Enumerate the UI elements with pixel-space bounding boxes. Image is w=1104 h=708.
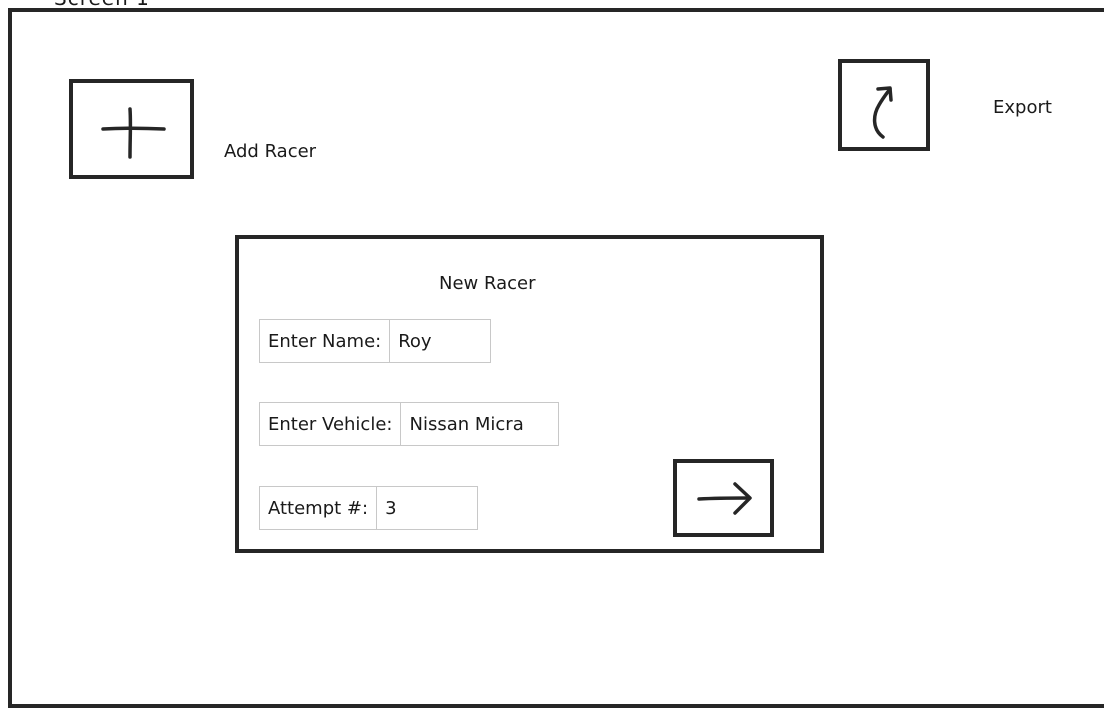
dialog-title: New Racer <box>439 273 536 294</box>
add-racer-button[interactable] <box>69 79 194 179</box>
attempt-field-label: Attempt #: <box>260 487 378 529</box>
attempt-field: Attempt #: 3 <box>259 486 479 530</box>
vehicle-field-label: Enter Vehicle: <box>260 403 402 445</box>
name-field-label: Enter Name: <box>260 320 391 362</box>
plus-icon <box>101 107 166 159</box>
submit-racer-button[interactable] <box>673 459 774 537</box>
curved-arrow-icon <box>872 86 893 139</box>
export-button[interactable] <box>838 59 930 151</box>
vehicle-field: Enter Vehicle: Nissan Micra <box>259 402 560 446</box>
name-field: Enter Name: Roy <box>259 319 492 363</box>
attempt-input[interactable]: 3 <box>377 487 477 529</box>
export-label: Export <box>993 97 1052 118</box>
name-input[interactable]: Roy <box>390 320 490 362</box>
vehicle-input[interactable]: Nissan Micra <box>401 403 558 445</box>
add-racer-label: Add Racer <box>224 141 317 162</box>
arrow-right-icon <box>697 482 752 515</box>
